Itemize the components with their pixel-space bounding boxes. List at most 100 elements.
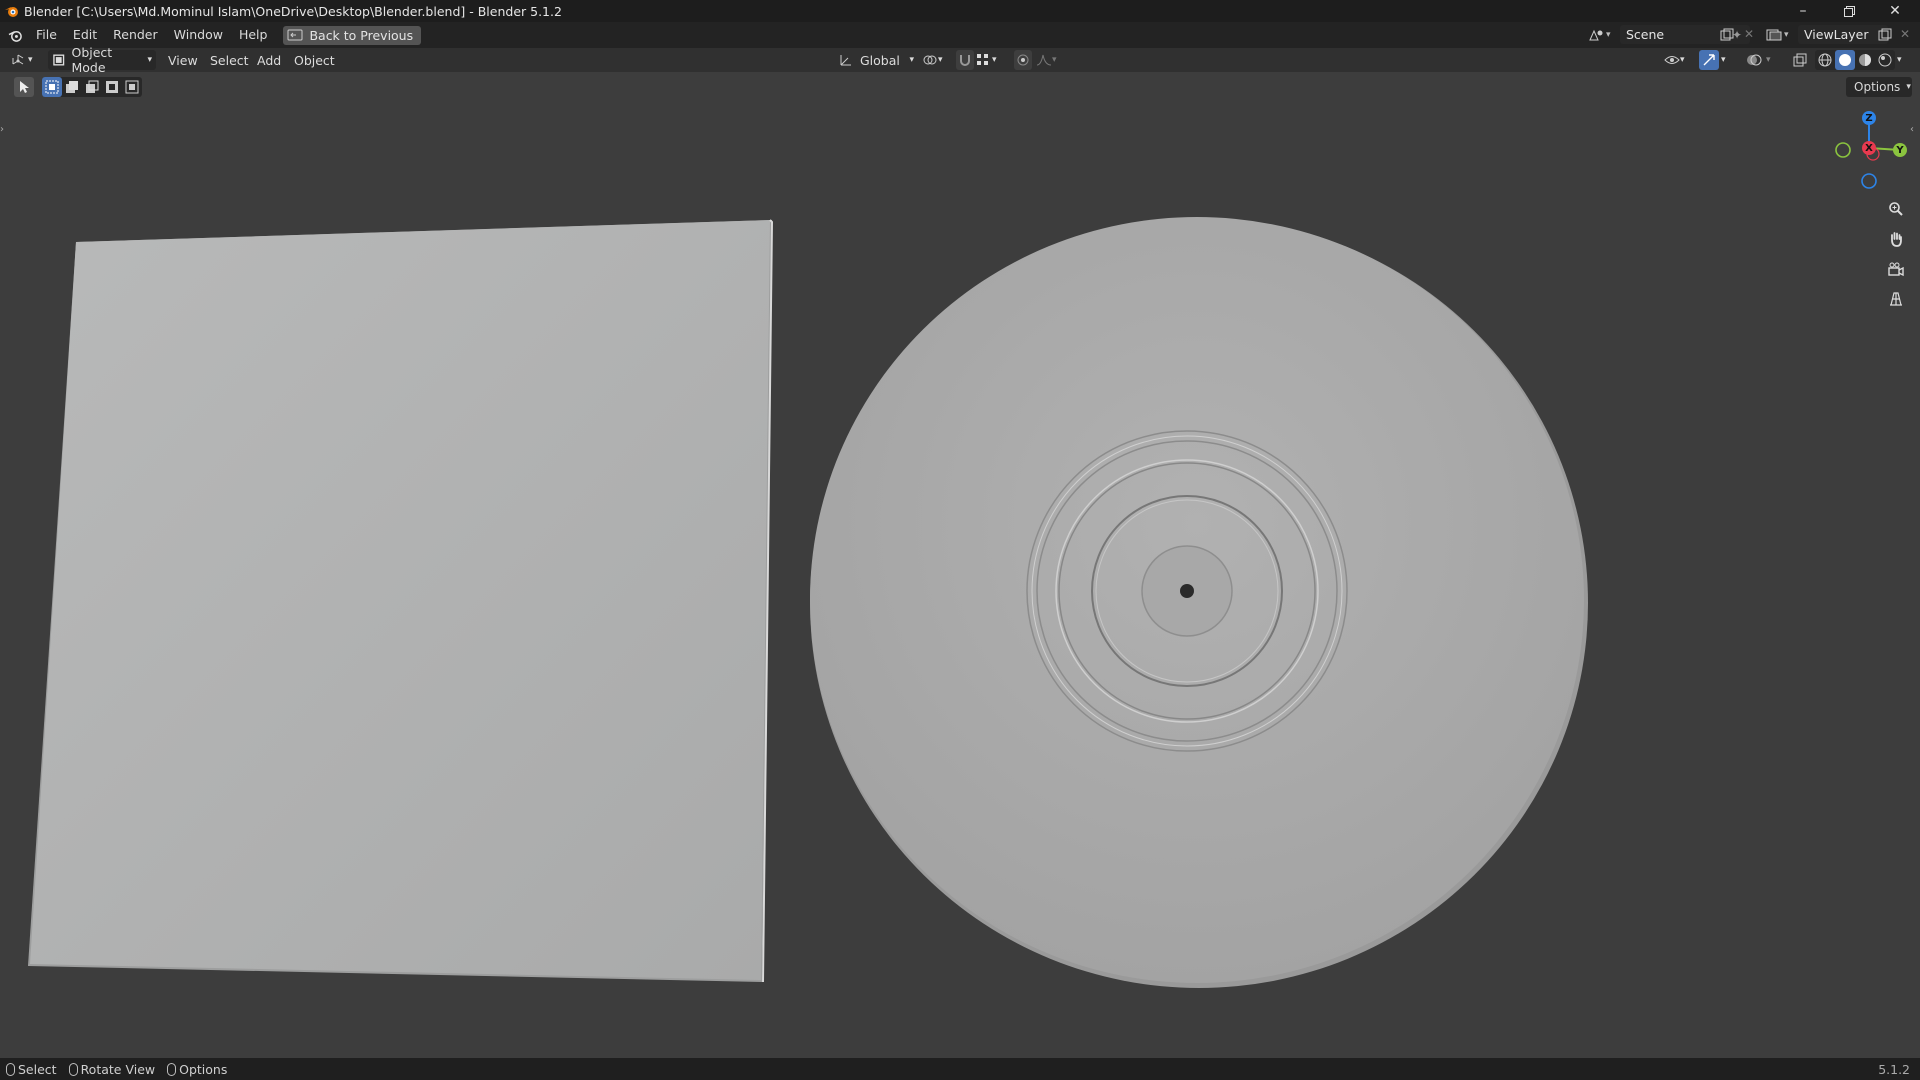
camera-icon bbox=[1888, 262, 1904, 277]
eye-cursor-icon bbox=[1664, 56, 1680, 64]
menu-render[interactable]: Render bbox=[105, 24, 166, 46]
zoom-button[interactable] bbox=[1883, 196, 1909, 222]
remove-scene-button[interactable]: ✕ bbox=[1744, 25, 1756, 44]
select-intersect-button[interactable] bbox=[122, 80, 142, 94]
blender-icon bbox=[8, 30, 22, 42]
remove-viewlayer-button[interactable]: ✕ bbox=[1900, 25, 1912, 44]
chevron-down-icon: ▾ bbox=[992, 55, 997, 65]
new-viewlayer-button[interactable] bbox=[1878, 25, 1896, 44]
menu-object[interactable]: Object bbox=[294, 50, 335, 70]
solid-sphere-icon bbox=[1839, 54, 1851, 66]
mode-selector[interactable]: Object Mode ▾ bbox=[48, 45, 156, 75]
gizmo-z-axis[interactable]: Z bbox=[1862, 111, 1876, 125]
viewlayer-browse-button[interactable]: ▾ bbox=[1766, 25, 1796, 44]
solid-shading-button[interactable] bbox=[1835, 50, 1855, 70]
close-icon: ✕ bbox=[1744, 27, 1755, 41]
material-preview-button[interactable] bbox=[1855, 53, 1875, 67]
maximize-button[interactable] bbox=[1826, 0, 1872, 22]
chevron-down-icon: ▾ bbox=[1680, 55, 1685, 65]
menu-select[interactable]: Select bbox=[210, 50, 249, 70]
show-gizmo-toggle[interactable] bbox=[1699, 50, 1719, 70]
chevron-down-icon: ▾ bbox=[1897, 55, 1902, 65]
shading-options-dropdown[interactable]: ▾ bbox=[1897, 50, 1909, 70]
select-extend-button[interactable] bbox=[62, 80, 82, 94]
mode-label: Object Mode bbox=[71, 45, 113, 75]
select-tool-button[interactable] bbox=[14, 77, 34, 97]
perspective-toggle-button[interactable] bbox=[1883, 286, 1909, 312]
gizmo-y-axis[interactable]: Y bbox=[1893, 143, 1907, 157]
viewlayer-name-field[interactable]: ViewLayer bbox=[1798, 25, 1888, 44]
blender-menu-button[interactable] bbox=[2, 24, 28, 46]
editor-type-button[interactable]: ▾ bbox=[10, 50, 40, 70]
pivot-point-dropdown[interactable]: ▾ bbox=[922, 50, 950, 70]
transform-orientation-dropdown[interactable]: Global ▾ bbox=[838, 50, 914, 70]
camera-view-button[interactable] bbox=[1883, 256, 1909, 282]
proportional-falloff-dropdown[interactable]: ▾ bbox=[1036, 50, 1062, 70]
status-select-hint: Select bbox=[0, 1062, 57, 1077]
status-rotate-label: Rotate View bbox=[80, 1061, 156, 1077]
chevron-down-icon: ▾ bbox=[147, 55, 152, 65]
mouse-right-icon bbox=[167, 1062, 177, 1076]
menu-help[interactable]: Help bbox=[231, 24, 276, 46]
options-dropdown[interactable]: Options ▾ bbox=[1846, 77, 1912, 97]
wireframe-shading-button[interactable] bbox=[1815, 53, 1835, 67]
status-options-hint: Options bbox=[161, 1062, 227, 1077]
select-subtract-icon bbox=[86, 80, 99, 93]
3d-viewport-icon bbox=[12, 54, 24, 65]
menu-view[interactable]: View bbox=[168, 50, 198, 70]
magnet-icon bbox=[960, 55, 970, 66]
gizmo-icon bbox=[1703, 54, 1715, 66]
material-sphere-icon bbox=[1859, 54, 1871, 66]
rendered-shading-button[interactable] bbox=[1875, 53, 1895, 67]
vinyl-record-mesh[interactable] bbox=[810, 217, 1588, 988]
version-label: 5.1.2 bbox=[1878, 1061, 1910, 1077]
proportional-editing-toggle[interactable] bbox=[1014, 50, 1032, 70]
show-overlays-toggle[interactable] bbox=[1744, 50, 1764, 70]
mouse-left-icon bbox=[6, 1062, 15, 1076]
status-options-label: Options bbox=[179, 1061, 228, 1077]
selectability-visibility-dropdown[interactable]: ▾ bbox=[1664, 50, 1692, 70]
select-subtract-button[interactable] bbox=[82, 80, 102, 94]
menu-window[interactable]: Window bbox=[166, 24, 231, 46]
pivot-icon bbox=[923, 55, 937, 65]
new-scene-button[interactable] bbox=[1720, 25, 1738, 44]
chevron-down-icon: ▾ bbox=[1766, 55, 1771, 65]
viewport-canvas[interactable] bbox=[0, 102, 1920, 1058]
gizmo-z-label: Z bbox=[1865, 112, 1873, 124]
window-title: Blender [C:\Users\Md.Mominul Islam\OneDr… bbox=[24, 3, 562, 19]
gizmo-y-label: Y bbox=[1896, 144, 1904, 156]
menu-file[interactable]: File bbox=[28, 24, 65, 46]
scene-icon bbox=[1589, 29, 1603, 40]
top-bar: File Edit Render Window Help Back to Pre… bbox=[0, 22, 1920, 48]
gizmo-x-label: X bbox=[1865, 142, 1873, 154]
select-new-button[interactable] bbox=[42, 77, 62, 97]
select-invert-button[interactable] bbox=[102, 80, 122, 94]
overlays-dropdown[interactable]: ▾ bbox=[1766, 50, 1778, 70]
options-label: Options bbox=[1854, 80, 1901, 94]
select-invert-icon bbox=[106, 81, 118, 93]
title-bar: Blender [C:\Users\Md.Mominul Islam\OneDr… bbox=[0, 0, 1920, 22]
mouse-middle-icon bbox=[68, 1062, 78, 1076]
navigation-gizmo[interactable]: Z Y X bbox=[1826, 106, 1916, 196]
pan-button[interactable] bbox=[1883, 226, 1909, 252]
menu-add[interactable]: Add bbox=[257, 50, 281, 70]
chevron-down-icon: ▾ bbox=[1784, 29, 1789, 40]
transform-orientation-label: Global bbox=[860, 52, 900, 68]
menu-edit[interactable]: Edit bbox=[65, 24, 105, 46]
snap-toggle[interactable] bbox=[956, 50, 974, 70]
minimize-button[interactable]: – bbox=[1780, 0, 1826, 22]
gizmo-x-axis[interactable]: X bbox=[1862, 141, 1876, 155]
xray-toggle[interactable] bbox=[1790, 50, 1810, 70]
chevron-down-icon: ▾ bbox=[1906, 82, 1911, 92]
close-button[interactable]: ✕ bbox=[1872, 0, 1918, 22]
gizmo-options-dropdown[interactable]: ▾ bbox=[1721, 50, 1733, 70]
shading-mode-group bbox=[1815, 50, 1895, 70]
album-sleeve-mesh[interactable] bbox=[28, 219, 774, 983]
magnifier-icon bbox=[1889, 202, 1903, 216]
snap-target-dropdown[interactable]: ▾ bbox=[976, 50, 1004, 70]
duplicate-icon bbox=[1720, 28, 1734, 40]
select-set-icon bbox=[45, 80, 59, 94]
select-intersect-icon bbox=[125, 80, 139, 94]
back-to-previous-button[interactable]: Back to Previous bbox=[283, 25, 422, 45]
scene-browse-button[interactable]: ▾ bbox=[1588, 25, 1618, 44]
